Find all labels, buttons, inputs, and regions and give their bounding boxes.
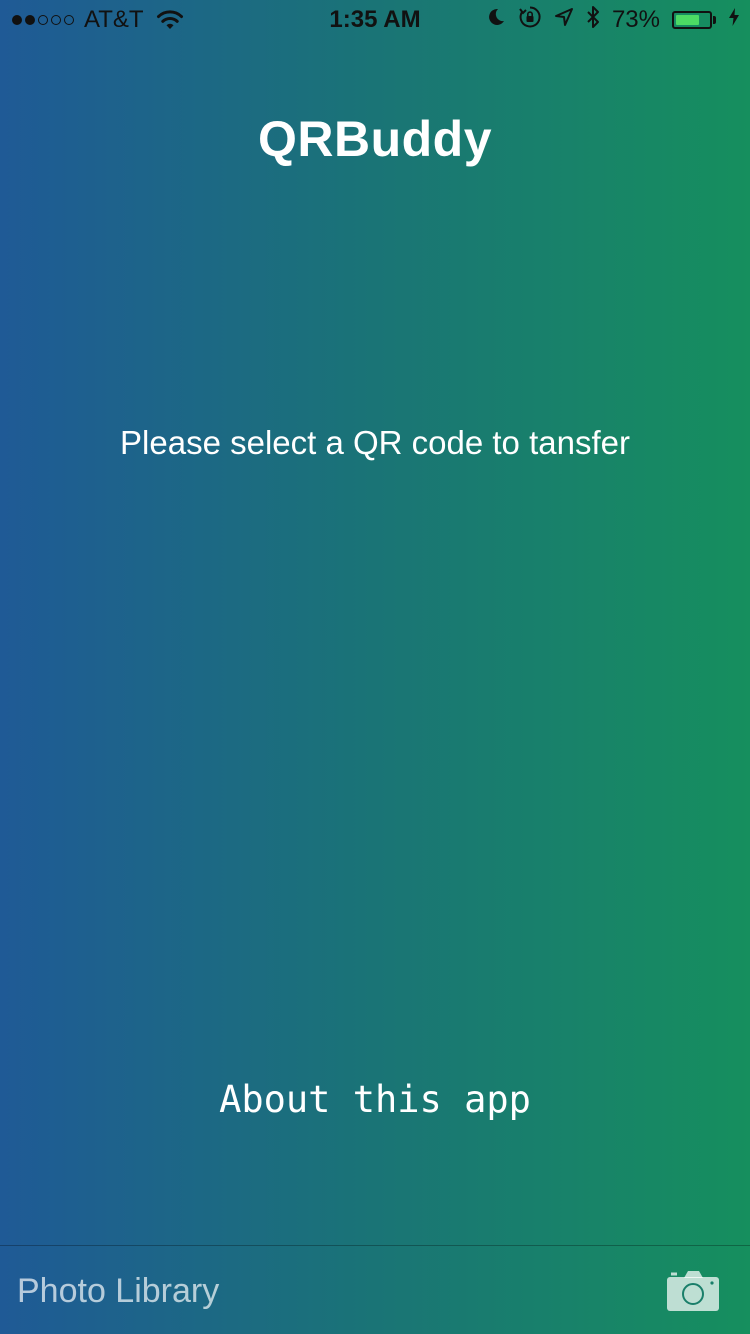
bluetooth-icon [586,5,600,36]
charging-bolt-icon [728,6,740,34]
status-right: 73% [486,5,740,36]
battery-percent: 73% [611,6,660,33]
orientation-lock-icon [518,5,542,36]
camera-icon[interactable] [666,1270,720,1312]
app-title: QRBuddy [257,111,493,167]
select-qr-prompt: Please select a QR code to tansfer [120,424,630,461]
about-app-button[interactable]: About this app [0,1078,750,1121]
status-bar: AT&T 1:35 AM 73% [0,0,750,40]
app-screen: AT&T 1:35 AM 73% QRBuddy Please select a… [0,0,750,1334]
photo-library-button[interactable]: Photo Library [17,1272,219,1311]
location-arrow-icon [554,6,574,34]
battery-level [676,15,700,25]
moon-icon [486,6,506,34]
bottom-toolbar: Photo Library [0,1245,750,1334]
battery-icon [672,11,716,29]
